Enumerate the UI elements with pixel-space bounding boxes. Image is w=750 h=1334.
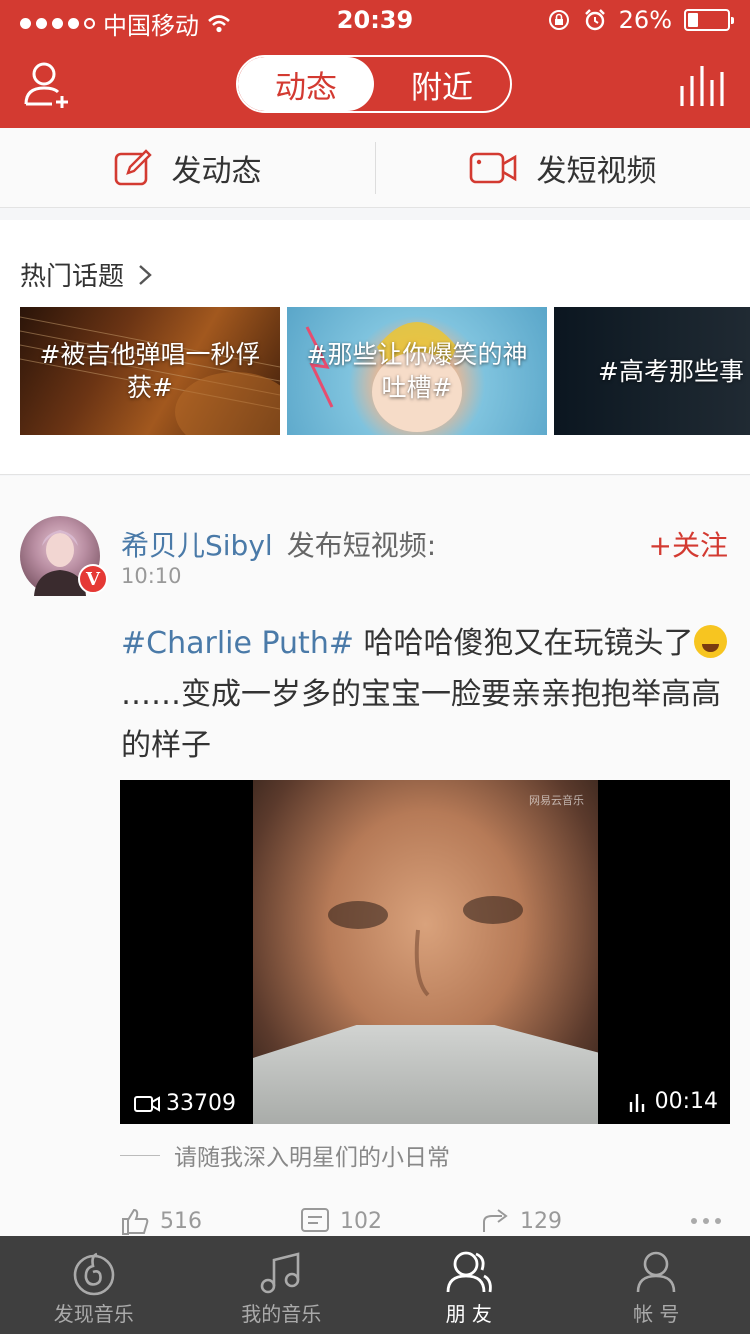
topic-card-label: #被吉他弹唱一秒俘获# [39, 340, 261, 402]
orientation-lock-icon [548, 10, 569, 30]
tab-label: 我的音乐 [241, 1302, 322, 1326]
post-video-button[interactable]: 发短视频 [375, 128, 750, 207]
topic-cards: #被吉他弹唱一秒俘获# #那些让你爆笑的神吐槽# #高考那些事 [20, 307, 750, 435]
video-thumbnail [253, 780, 598, 1124]
topic-card-label: #那些让你爆笑的神吐槽# [306, 340, 528, 402]
topic-card[interactable]: #那些让你爆笑的神吐槽# [287, 307, 547, 435]
rank-icon[interactable] [678, 62, 726, 108]
thumbs-up-icon [122, 1208, 149, 1235]
duration-value: 00:14 [654, 1089, 718, 1114]
post-author-line: 希贝儿Sibyl 发布短视频: [121, 524, 436, 564]
sound-bars-icon [629, 1093, 644, 1112]
tab-label: 帐 号 [633, 1302, 680, 1326]
like-count: 516 [160, 1208, 202, 1234]
topic-card[interactable]: #被吉他弹唱一秒俘获# [20, 307, 280, 435]
share-icon [483, 1209, 508, 1232]
tab-account[interactable]: 帐 号 [563, 1236, 750, 1334]
tab-label: 发现音乐 [53, 1302, 134, 1326]
video-icon [134, 1095, 160, 1112]
topic-card[interactable]: #高考那些事 [554, 307, 750, 435]
battery-fill [688, 13, 698, 27]
view-count-value: 33709 [166, 1091, 236, 1116]
tab-label: 朋 友 [445, 1302, 492, 1326]
tab-nearby[interactable]: 附近 [374, 57, 510, 111]
post-hashtag[interactable]: #Charlie Puth# [121, 626, 354, 661]
topic-card-label: #高考那些事 [598, 356, 744, 386]
video-view-count: 33709 [134, 1091, 236, 1116]
comment-count: 102 [340, 1208, 382, 1234]
post-time: 10:10 [121, 564, 182, 588]
video-player[interactable]: 网易云音乐 33709 00:14 [120, 780, 730, 1124]
more-options-icon[interactable] [690, 1216, 722, 1226]
author-name[interactable]: 希贝儿Sibyl [121, 529, 273, 562]
status-right: 26% [547, 6, 734, 34]
action-bar: 发动态 发短视频 [0, 128, 750, 208]
share-count: 129 [520, 1208, 562, 1234]
post-status-label: 发动态 [171, 153, 262, 189]
music-note-circle-icon [73, 1252, 115, 1296]
caption-text: 请随我深入明星们的小日常 [174, 1145, 450, 1171]
follow-button[interactable]: +关注 [649, 524, 728, 564]
bottom-tab-bar: 发现音乐 我的音乐 朋 友 帐 号 [0, 1236, 750, 1334]
like-button[interactable]: 516 [120, 1206, 202, 1236]
video-caption: 请随我深入明星们的小日常 [120, 1138, 450, 1172]
post-status-button[interactable]: 发动态 [0, 128, 375, 207]
chevron-right-icon [139, 264, 152, 285]
share-button[interactable]: 129 [480, 1206, 562, 1236]
account-icon [636, 1251, 676, 1293]
comment-icon [301, 1208, 329, 1232]
add-user-icon[interactable] [22, 58, 74, 110]
action-divider [375, 142, 376, 194]
comment-button[interactable]: 102 [300, 1206, 382, 1236]
tab-friends[interactable]: 朋 友 [375, 1236, 563, 1334]
video-camera-icon [469, 152, 516, 183]
music-icon [260, 1252, 300, 1294]
post-video-label: 发短视频 [536, 153, 657, 189]
feed-post: V 希贝儿Sibyl 发布短视频: 10:10 +关注 #Charlie Puth… [0, 476, 750, 1236]
tab-dynamic[interactable]: 动态 [238, 57, 374, 111]
feed-tab-switch: 动态 附近 [236, 55, 512, 113]
verified-badge: V [78, 564, 108, 594]
hot-topics-section: 热门话题 #被吉他弹唱一秒俘获# #那些让你爆笑的神吐槽# #高考那些事 [0, 220, 750, 475]
post-content: #Charlie Puth# 哈哈哈傻狍又在玩镜头了 ……变成一岁多的宝宝一脸要亲… [121, 618, 733, 771]
video-duration: 00:14 [629, 1089, 718, 1114]
battery-icon [684, 9, 734, 31]
status-bar: 中国移动 20:39 26% [0, 0, 750, 40]
hot-topics-header[interactable]: 热门话题 [20, 256, 152, 293]
laughing-emoji-icon [693, 625, 727, 658]
caption-dash [120, 1154, 160, 1156]
video-watermark: 网易云音乐 [529, 794, 584, 807]
post-action: 发布短视频: [286, 529, 437, 562]
top-header: 中国移动 20:39 26% 动态 附近 [0, 0, 750, 128]
tab-discover-music[interactable]: 发现音乐 [0, 1236, 188, 1334]
friends-icon [446, 1251, 492, 1293]
alarm-icon [584, 9, 605, 31]
post-text: 哈哈哈傻狍又在玩镜头了 [353, 626, 694, 661]
post-text-continued: ……变成一岁多的宝宝一脸要亲亲抱抱举高高的样子 [121, 677, 721, 763]
tab-my-music[interactable]: 我的音乐 [188, 1236, 376, 1334]
edit-icon [114, 148, 152, 185]
battery-percent: 26% [618, 6, 672, 34]
hot-topics-title: 热门话题 [20, 262, 125, 292]
